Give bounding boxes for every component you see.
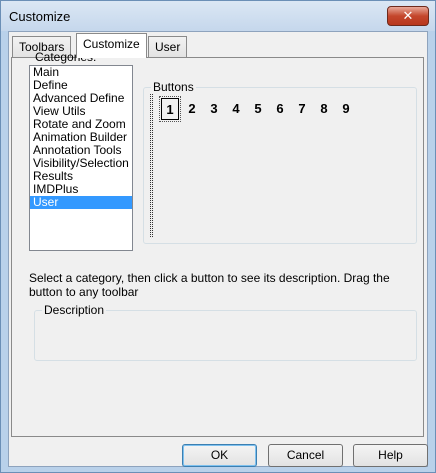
close-button[interactable]: ✕: [387, 6, 429, 26]
tab-customize[interactable]: Customize: [76, 33, 147, 58]
help-button[interactable]: Help: [353, 444, 428, 467]
instructions-text: Select a category, then click a button t…: [29, 271, 390, 299]
close-icon: ✕: [402, 8, 414, 23]
user-button-5[interactable]: 5: [249, 98, 267, 120]
customize-dialog: Customize ✕ Toolbars Customize User Cate…: [0, 0, 436, 473]
list-item[interactable]: Advanced Define: [30, 92, 132, 105]
toolbar-grip: [150, 94, 153, 237]
list-item[interactable]: View Utils: [30, 105, 132, 118]
list-item[interactable]: Annotation Tools: [30, 144, 132, 157]
user-button-4[interactable]: 4: [227, 98, 245, 120]
buttons-group-title: Buttons: [151, 80, 196, 94]
list-item[interactable]: Visibility/Selection: [30, 157, 132, 170]
list-item[interactable]: Animation Builder: [30, 131, 132, 144]
list-item[interactable]: Define: [30, 79, 132, 92]
window-title: Customize: [9, 9, 71, 24]
title-bar[interactable]: Customize ✕: [1, 1, 435, 31]
tab-user[interactable]: User: [148, 36, 188, 57]
user-button-9[interactable]: 9: [337, 98, 355, 120]
user-button-7[interactable]: 7: [293, 98, 311, 120]
categories-listbox[interactable]: Main Define Advanced Define View Utils R…: [29, 65, 133, 251]
description-group-title: Description: [42, 303, 107, 317]
user-button-6[interactable]: 6: [271, 98, 289, 120]
user-button-1[interactable]: 1: [159, 96, 181, 122]
list-item-selected[interactable]: User: [30, 196, 132, 209]
user-button-8[interactable]: 8: [315, 98, 333, 120]
list-item[interactable]: Rotate and Zoom: [30, 118, 132, 131]
list-item[interactable]: IMDPlus: [30, 183, 132, 196]
user-button-3[interactable]: 3: [205, 98, 223, 120]
user-button-2[interactable]: 2: [183, 98, 201, 120]
ok-button[interactable]: OK: [182, 444, 257, 467]
list-item[interactable]: Main: [30, 66, 132, 79]
cancel-button[interactable]: Cancel: [268, 444, 343, 467]
description-group: [34, 310, 417, 361]
list-item[interactable]: Results: [30, 170, 132, 183]
